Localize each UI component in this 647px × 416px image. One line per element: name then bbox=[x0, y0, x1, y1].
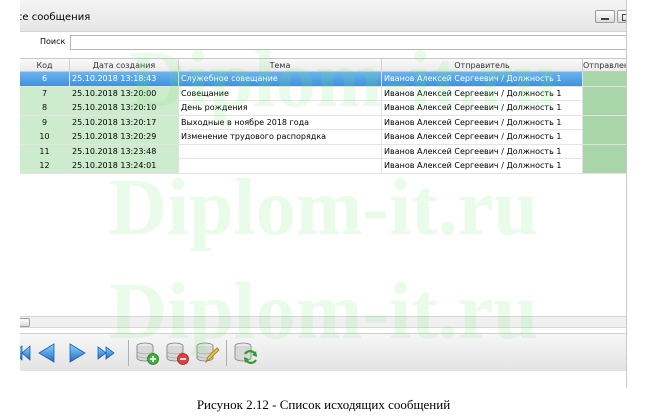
cell-topic bbox=[179, 159, 382, 173]
table-row[interactable]: 12 25.10.2018 13:24:01 Иванов Алексей Се… bbox=[20, 159, 626, 174]
cell-topic: Совещание bbox=[179, 86, 382, 101]
cell-topic: Изменение трудового распорядка bbox=[179, 130, 382, 144]
table-row[interactable]: 8 25.10.2018 13:20:10 День рождения Иван… bbox=[20, 101, 626, 116]
cell-sent bbox=[583, 130, 626, 144]
cell-sent bbox=[583, 144, 626, 159]
cell-sent bbox=[583, 159, 626, 173]
table-row[interactable]: 9 25.10.2018 13:20:17 Выходные в ноябре … bbox=[20, 115, 626, 130]
column-header-topic[interactable]: Тема bbox=[179, 59, 382, 72]
cell-topic: Выходные в ноябре 2018 года bbox=[179, 115, 382, 130]
prev-icon bbox=[38, 343, 55, 363]
cell-topic: Служебное совещание bbox=[179, 72, 382, 86]
edit-record-icon bbox=[196, 342, 220, 364]
cell-date: 25.10.2018 13:20:17 bbox=[70, 115, 179, 130]
toolbar-separator bbox=[226, 340, 227, 366]
delete-record-icon bbox=[166, 342, 189, 365]
cell-code: 11 bbox=[20, 144, 70, 159]
table-row[interactable]: 11 25.10.2018 13:23:48 Иванов Алексей Се… bbox=[20, 144, 626, 159]
search-row: Поиск bbox=[20, 34, 626, 52]
cell-date: 25.10.2018 13:20:00 bbox=[70, 86, 179, 101]
last-icon bbox=[97, 346, 115, 360]
table-row[interactable]: 10 25.10.2018 13:20:29 Изменение трудово… bbox=[20, 130, 626, 145]
cell-sender: Иванов Алексей Сергеевич / Должность 1 bbox=[382, 130, 583, 144]
column-header-sent[interactable]: Отправлено bbox=[583, 59, 626, 72]
figure-caption: Рисунок 2.12 - Список исходящих сообщени… bbox=[196, 397, 451, 412]
cell-sender: Иванов Алексей Сергеевич / Должность 1 bbox=[382, 72, 583, 86]
cell-code: 12 bbox=[20, 159, 70, 173]
minimize-button[interactable] bbox=[595, 10, 615, 23]
cell-sender: Иванов Алексей Сергеевич / Должность 1 bbox=[382, 159, 583, 173]
cell-sender: Иванов Алексей Сергеевич / Должность 1 bbox=[382, 144, 583, 159]
cell-sent bbox=[583, 86, 626, 101]
add-record-icon bbox=[136, 342, 159, 365]
cell-date: 25.10.2018 13:20:10 bbox=[70, 101, 179, 115]
first-icon bbox=[20, 345, 31, 361]
cell-sender: Иванов Алексей Сергеевич / Должность 1 bbox=[382, 115, 583, 130]
next-record-button[interactable] bbox=[64, 340, 90, 366]
search-input[interactable] bbox=[70, 35, 626, 50]
cell-code: 8 bbox=[20, 101, 70, 115]
cell-code: 7 bbox=[20, 86, 70, 101]
last-record-button[interactable] bbox=[94, 340, 120, 366]
search-label: Поиск bbox=[40, 37, 66, 46]
table-row[interactable]: 6 25.10.2018 13:18:43 Служебное совещани… bbox=[20, 72, 626, 87]
cell-date: 25.10.2018 13:18:43 bbox=[70, 72, 179, 86]
cell-sender: Иванов Алексей Сергеевич / Должность 1 bbox=[382, 86, 583, 101]
cell-sender: Иванов Алексей Сергеевич / Должность 1 bbox=[382, 101, 583, 115]
cell-date: 25.10.2018 13:20:29 bbox=[70, 130, 179, 144]
title-bar: Все сообщения bbox=[20, 0, 626, 32]
cell-sent bbox=[583, 72, 626, 86]
prev-record-button[interactable] bbox=[34, 340, 60, 366]
maximize-button[interactable] bbox=[617, 10, 626, 23]
toolbar-separator bbox=[128, 340, 129, 366]
navigation-toolbar bbox=[20, 333, 626, 371]
cell-code: 9 bbox=[20, 115, 70, 130]
cell-code: 6 bbox=[20, 72, 70, 86]
messages-window: Все сообщения Поиск Код Дата создания Те… bbox=[20, 0, 627, 388]
edit-record-button[interactable] bbox=[194, 340, 220, 366]
scrollbar-thumb[interactable] bbox=[20, 318, 30, 327]
cell-code: 10 bbox=[20, 130, 70, 144]
column-header-code[interactable]: Код bbox=[20, 59, 70, 72]
table-row[interactable]: 7 25.10.2018 13:20:00 Совещание Иванов А… bbox=[20, 86, 626, 101]
cell-topic: День рождения bbox=[179, 101, 382, 115]
cell-topic bbox=[179, 144, 382, 159]
refresh-button[interactable] bbox=[232, 340, 258, 366]
grid-header: Код Дата создания Тема Отправитель Отпра… bbox=[20, 59, 626, 72]
cell-date: 25.10.2018 13:23:48 bbox=[70, 144, 179, 159]
refresh-icon bbox=[234, 342, 258, 364]
cell-sent bbox=[583, 115, 626, 130]
column-header-sender[interactable]: Отправитель bbox=[382, 59, 583, 72]
cell-sent bbox=[583, 101, 626, 115]
window-title: Все сообщения bbox=[20, 12, 91, 23]
horizontal-scrollbar[interactable] bbox=[20, 316, 626, 328]
add-record-button[interactable] bbox=[134, 340, 160, 366]
cell-date: 25.10.2018 13:24:01 bbox=[70, 159, 179, 173]
column-header-date[interactable]: Дата создания bbox=[70, 59, 179, 72]
messages-grid: Код Дата создания Тема Отправитель Отпра… bbox=[20, 58, 626, 174]
first-record-button[interactable] bbox=[20, 340, 34, 366]
next-icon bbox=[69, 343, 86, 363]
delete-record-button[interactable] bbox=[164, 340, 190, 366]
